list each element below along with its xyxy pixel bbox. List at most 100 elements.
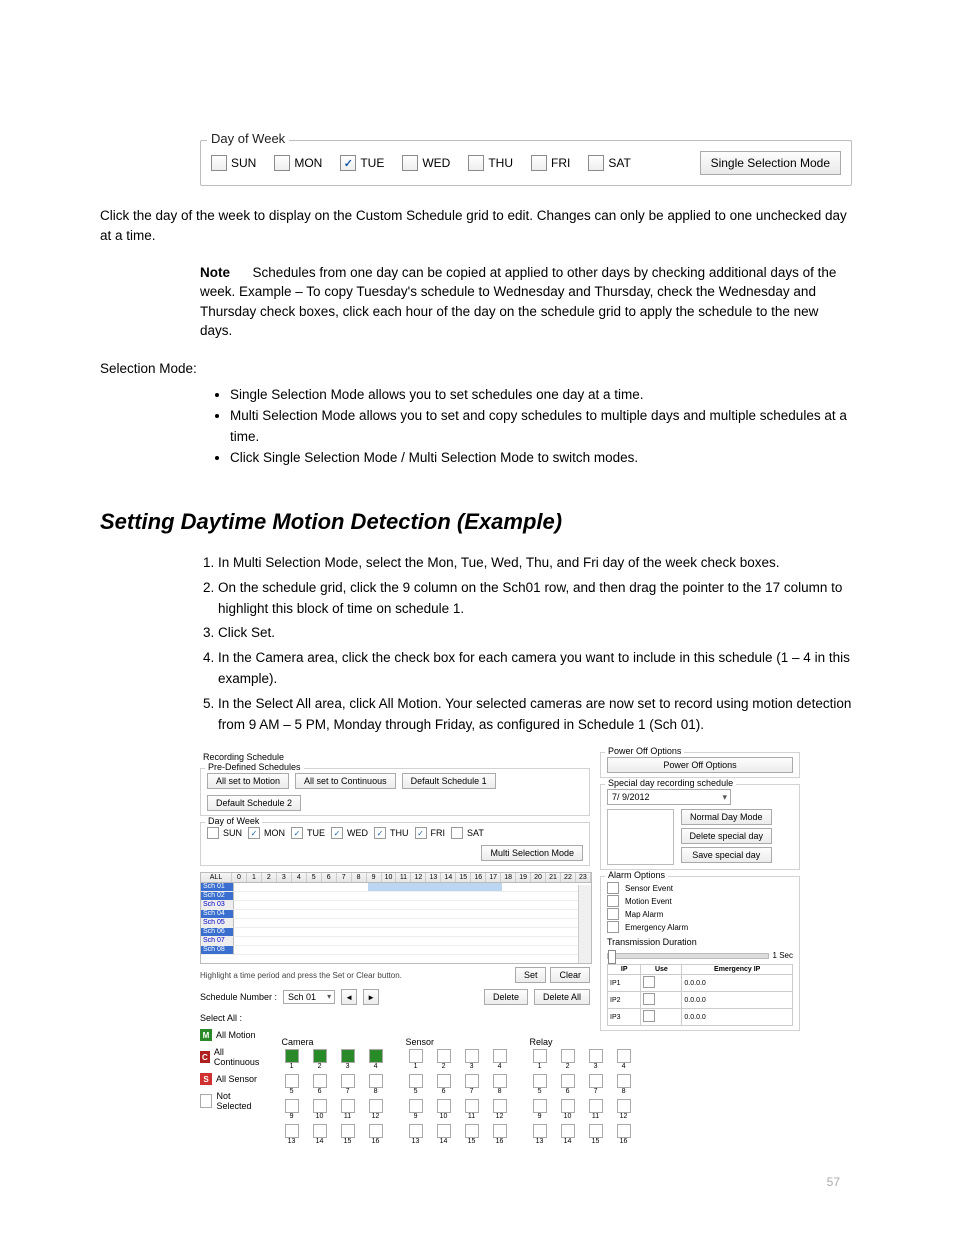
grid-hour-header[interactable]: 19: [516, 873, 531, 882]
checkbox-icon[interactable]: [588, 155, 604, 171]
schedule-row[interactable]: Sch 05: [201, 919, 591, 928]
sensor-grid-checkbox[interactable]: [409, 1074, 423, 1088]
sensor-grid-checkbox[interactable]: [493, 1124, 507, 1138]
alarm-option-item[interactable]: Motion Event: [607, 895, 793, 907]
schedule-row-cells[interactable]: [234, 892, 591, 901]
schedule-row-label[interactable]: Sch 02: [201, 892, 234, 901]
schedule-row-label[interactable]: Sch 08: [201, 946, 234, 955]
checkbox-icon[interactable]: [248, 827, 260, 839]
schedule-row[interactable]: Sch 03: [201, 901, 591, 910]
set-button[interactable]: Set: [515, 967, 547, 983]
dow-fri[interactable]: FRI: [531, 155, 570, 171]
grid-hour-header[interactable]: 9: [367, 873, 382, 882]
camera-grid-checkbox[interactable]: [369, 1049, 383, 1063]
checkbox-icon[interactable]: [531, 155, 547, 171]
grid-hour-header[interactable]: 17: [486, 873, 501, 882]
schedule-next-button[interactable]: ►: [363, 989, 379, 1005]
legend-sensor[interactable]: SAll Sensor: [200, 1073, 262, 1085]
camera-grid-checkbox[interactable]: [285, 1074, 299, 1088]
camera-grid-checkbox[interactable]: [341, 1049, 355, 1063]
grid-hour-header[interactable]: 18: [501, 873, 516, 882]
emergency-ip-cell[interactable]: 0.0.0.0: [682, 975, 793, 992]
checkbox-icon[interactable]: [607, 882, 619, 894]
grid-hour-header[interactable]: 2: [262, 873, 277, 882]
camera-grid-checkbox[interactable]: [285, 1049, 299, 1063]
rs-dow-tue[interactable]: TUE: [291, 827, 325, 839]
power-off-button[interactable]: Power Off Options: [607, 757, 793, 773]
sensor-grid-checkbox[interactable]: [409, 1124, 423, 1138]
dow-sun[interactable]: SUN: [211, 155, 256, 171]
default-sched1-button[interactable]: Default Schedule 1: [402, 773, 496, 789]
schedule-row[interactable]: Sch 06: [201, 928, 591, 937]
rs-dow-thu[interactable]: THU: [374, 827, 409, 839]
checkbox-icon[interactable]: [607, 921, 619, 933]
schedule-row-cells[interactable]: [234, 928, 591, 937]
grid-hour-header[interactable]: 21: [546, 873, 561, 882]
delete-special-day-button[interactable]: Delete special day: [681, 828, 773, 844]
alarm-option-item[interactable]: Emergency Alarm: [607, 921, 793, 933]
schedule-row-label[interactable]: Sch 05: [201, 919, 234, 928]
camera-grid-checkbox[interactable]: [313, 1099, 327, 1113]
transmission-duration-slider[interactable]: [607, 953, 769, 959]
checkbox-icon[interactable]: [331, 827, 343, 839]
grid-hour-header[interactable]: 1: [247, 873, 262, 882]
grid-hour-header[interactable]: 11: [396, 873, 411, 882]
schedule-row-label[interactable]: Sch 03: [201, 901, 234, 910]
relay-grid-checkbox[interactable]: [561, 1049, 575, 1063]
schedule-row[interactable]: Sch 01: [201, 883, 591, 892]
checkbox-icon[interactable]: [291, 827, 303, 839]
grid-hour-header[interactable]: 22: [561, 873, 576, 882]
checkbox-icon[interactable]: [374, 827, 386, 839]
checkbox-icon[interactable]: [451, 827, 463, 839]
special-day-list[interactable]: [607, 809, 674, 865]
schedule-row-cells[interactable]: [234, 919, 591, 928]
schedule-row-cells[interactable]: [234, 946, 591, 955]
grid-hour-header[interactable]: 3: [277, 873, 292, 882]
normal-day-mode-button[interactable]: Normal Day Mode: [681, 809, 773, 825]
camera-grid-checkbox[interactable]: [285, 1099, 299, 1113]
sensor-grid-checkbox[interactable]: [465, 1099, 479, 1113]
save-special-day-button[interactable]: Save special day: [681, 847, 773, 863]
checkbox-icon[interactable]: [643, 976, 655, 988]
dow-tue[interactable]: TUE: [340, 155, 384, 171]
rs-selection-mode-button[interactable]: Multi Selection Mode: [481, 845, 583, 861]
relay-grid-checkbox[interactable]: [561, 1099, 575, 1113]
camera-grid-checkbox[interactable]: [369, 1099, 383, 1113]
grid-hour-header[interactable]: 10: [382, 873, 397, 882]
schedule-number-select[interactable]: Sch 01: [283, 990, 335, 1004]
schedule-row-label[interactable]: Sch 04: [201, 910, 234, 919]
relay-grid-checkbox[interactable]: [533, 1099, 547, 1113]
special-date-picker[interactable]: 7/ 9/2012: [607, 789, 731, 805]
grid-all-header[interactable]: ALL: [201, 873, 232, 882]
checkbox-icon[interactable]: [207, 827, 219, 839]
checkbox-icon[interactable]: [274, 155, 290, 171]
schedule-row-label[interactable]: Sch 06: [201, 928, 234, 937]
grid-hour-header[interactable]: 14: [441, 873, 456, 882]
schedule-row-label[interactable]: Sch 01: [201, 883, 234, 892]
clear-button[interactable]: Clear: [550, 967, 590, 983]
sensor-grid-checkbox[interactable]: [409, 1099, 423, 1113]
sensor-grid-checkbox[interactable]: [493, 1049, 507, 1063]
grid-hour-header[interactable]: 6: [322, 873, 337, 882]
grid-hour-header[interactable]: 7: [337, 873, 352, 882]
delete-button[interactable]: Delete: [484, 989, 528, 1005]
all-motion-button[interactable]: All set to Motion: [207, 773, 289, 789]
schedule-row[interactable]: Sch 02: [201, 892, 591, 901]
dow-mon[interactable]: MON: [274, 155, 322, 171]
camera-grid-checkbox[interactable]: [313, 1049, 327, 1063]
camera-grid-checkbox[interactable]: [341, 1124, 355, 1138]
rs-dow-fri[interactable]: FRI: [415, 827, 446, 839]
grid-hour-header[interactable]: 4: [292, 873, 307, 882]
camera-grid-checkbox[interactable]: [285, 1124, 299, 1138]
grid-hour-header[interactable]: 23: [576, 873, 591, 882]
relay-grid-checkbox[interactable]: [533, 1049, 547, 1063]
checkbox-icon[interactable]: [607, 895, 619, 907]
checkbox-icon[interactable]: [415, 827, 427, 839]
all-continuous-button[interactable]: All set to Continuous: [295, 773, 396, 789]
relay-grid-checkbox[interactable]: [561, 1124, 575, 1138]
sensor-grid-checkbox[interactable]: [437, 1049, 451, 1063]
legend-not-selected[interactable]: Not Selected: [200, 1091, 262, 1111]
legend-motion[interactable]: MAll Motion: [200, 1029, 262, 1041]
schedule-row[interactable]: Sch 07: [201, 937, 591, 946]
schedule-row[interactable]: Sch 04: [201, 910, 591, 919]
